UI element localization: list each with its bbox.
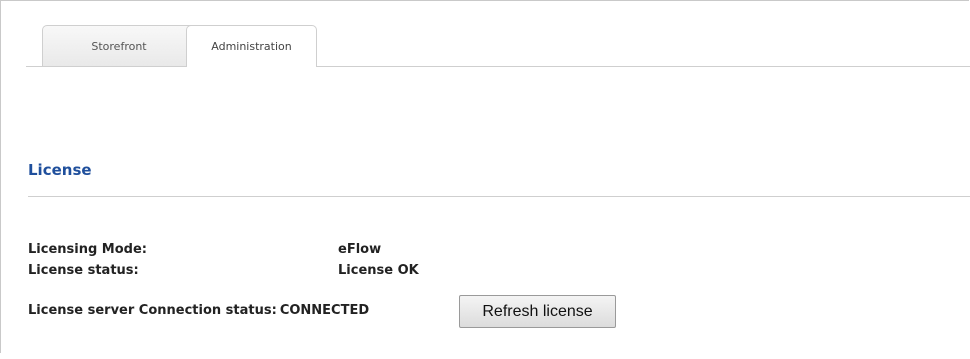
connection-status-label: License server Connection status: [28, 303, 277, 318]
connection-status-row: License server Connection status: CONNECT… [28, 303, 369, 318]
license-status-row: License status: License OK [28, 263, 419, 278]
tab-storefront[interactable]: Storefront [42, 25, 196, 66]
licensing-mode-value: eFlow [338, 242, 382, 257]
refresh-license-button[interactable]: Refresh license [459, 295, 616, 328]
connection-status-value: CONNECTED [279, 303, 370, 318]
license-status-value: License OK [338, 263, 419, 278]
licensing-mode-label: Licensing Mode: [28, 242, 147, 257]
section-divider [28, 196, 970, 197]
tab-bar: Storefront Administration [26, 25, 970, 67]
licensing-mode-row: Licensing Mode: eFlow [28, 242, 381, 257]
tab-administration-label: Administration [211, 40, 292, 53]
tab-administration[interactable]: Administration [186, 25, 317, 67]
section-title: License [28, 161, 92, 179]
tab-storefront-label: Storefront [91, 39, 147, 53]
tab-divider [26, 66, 970, 67]
license-status-label: License status: [28, 263, 139, 278]
